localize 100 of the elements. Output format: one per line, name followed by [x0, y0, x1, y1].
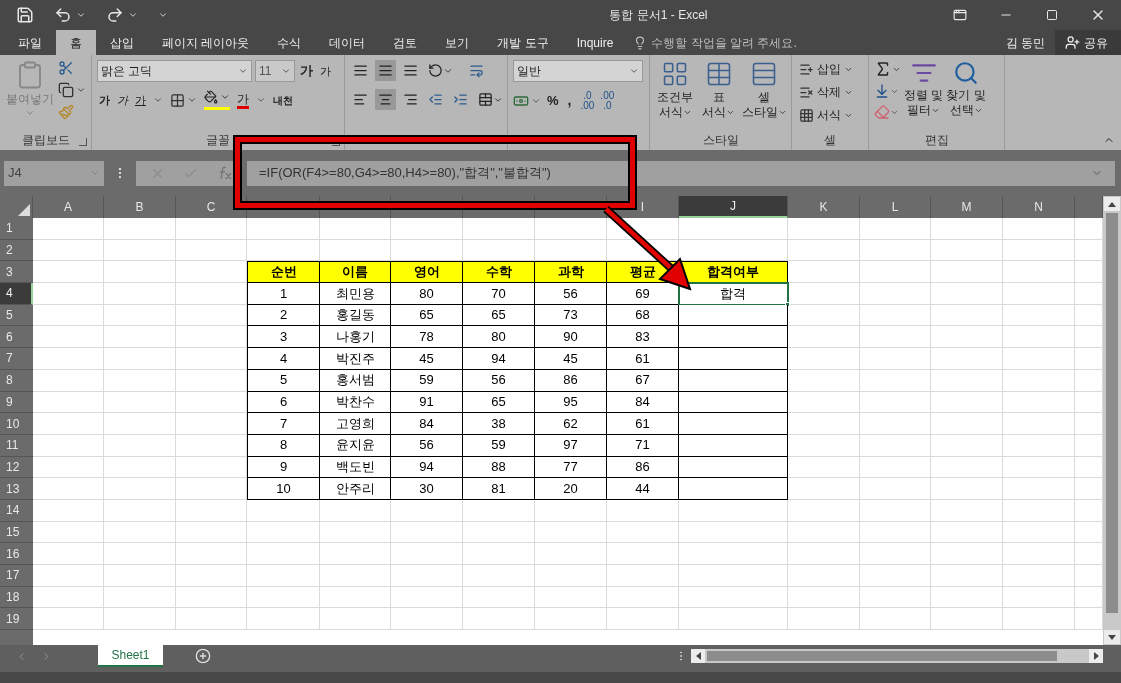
ribbon-tab[interactable]: 개발 도구 — [483, 30, 563, 55]
grid-cell[interactable] — [679, 521, 788, 544]
vertical-scrollbar[interactable] — [1103, 196, 1121, 645]
grid-cell[interactable] — [176, 218, 247, 240]
scroll-right-button[interactable] — [1089, 649, 1103, 663]
grid-cell[interactable] — [33, 283, 104, 305]
grid-cell[interactable] — [247, 218, 320, 240]
grid-cell[interactable] — [104, 499, 176, 522]
grid-cell[interactable] — [1003, 391, 1075, 414]
row-header[interactable]: 2 — [0, 239, 33, 262]
grid-cell[interactable] — [931, 586, 1003, 609]
grid-cell[interactable] — [860, 608, 931, 631]
grid-cell[interactable] — [931, 239, 1003, 262]
grid-cell[interactable] — [1003, 456, 1075, 479]
row-header[interactable]: 12 — [0, 456, 33, 479]
grid-cell[interactable] — [176, 239, 247, 262]
grid-cell[interactable] — [33, 326, 104, 349]
cell-action-button[interactable]: 삽입 — [799, 60, 853, 78]
grid-cell[interactable] — [104, 326, 176, 349]
column-header[interactable]: J — [679, 196, 788, 218]
grid-cell[interactable] — [463, 239, 535, 262]
row-header[interactable]: 4 — [0, 283, 33, 305]
font-size-dropdown[interactable]: 11 — [255, 60, 295, 82]
grid-cell[interactable] — [104, 543, 176, 565]
grid-cell[interactable] — [104, 413, 176, 435]
grid-cell[interactable] — [607, 586, 679, 609]
grid-cell[interactable] — [679, 565, 788, 587]
grid-cell[interactable] — [607, 543, 679, 565]
grid-cell[interactable] — [788, 218, 860, 240]
active-cell[interactable]: 합격 — [679, 283, 788, 305]
grid-cell[interactable] — [931, 543, 1003, 565]
grid-cell[interactable] — [320, 521, 391, 544]
grid-cell[interactable] — [679, 586, 788, 609]
name-box[interactable]: J4 — [4, 160, 104, 186]
grid-cell[interactable] — [463, 521, 535, 544]
row-header[interactable]: 10 — [0, 413, 33, 435]
ribbon-tab[interactable]: 페이지 레이아웃 — [148, 30, 264, 55]
align-middle-button[interactable] — [375, 60, 396, 81]
grid-cell[interactable] — [931, 478, 1003, 500]
grid-cell[interactable] — [176, 261, 247, 284]
grid-cell[interactable] — [320, 218, 391, 240]
grid-cell[interactable] — [33, 499, 104, 522]
grid-cell[interactable] — [33, 434, 104, 457]
grid-cell[interactable] — [104, 239, 176, 262]
grid-cell[interactable] — [607, 521, 679, 544]
grid-cell[interactable] — [33, 239, 104, 262]
undo-button[interactable] — [54, 6, 86, 24]
grid-cell[interactable] — [860, 499, 931, 522]
sheet-tab[interactable]: Sheet1 — [98, 645, 163, 667]
grid-cell[interactable] — [463, 608, 535, 631]
tell-me-field[interactable]: 수행할 작업을 알려 주세요. — [651, 33, 852, 52]
grid-cell[interactable] — [176, 565, 247, 587]
grid-cell[interactable] — [1075, 283, 1103, 305]
grid-cell[interactable] — [535, 499, 607, 522]
grid-cell[interactable] — [104, 521, 176, 544]
grid-cell[interactable] — [860, 521, 931, 544]
grid-cell[interactable] — [788, 499, 860, 522]
ribbon-tab[interactable]: Inquire — [562, 30, 628, 55]
underline-button[interactable]: 가 — [135, 91, 146, 109]
find-select-button[interactable]: 찾기 및 선택 — [946, 60, 986, 118]
grid-cell[interactable] — [860, 434, 931, 457]
grid-cell[interactable] — [104, 391, 176, 414]
grid-cell[interactable] — [860, 369, 931, 392]
ribbon-tab[interactable]: 보기 — [431, 30, 484, 55]
grid-cell[interactable] — [104, 565, 176, 587]
grid-cell[interactable] — [33, 543, 104, 565]
bold-button[interactable]: 가 — [99, 91, 110, 109]
grid-cell[interactable] — [607, 565, 679, 587]
grid-cell[interactable] — [33, 586, 104, 609]
grid-cell[interactable] — [104, 434, 176, 457]
grid-cell[interactable] — [33, 369, 104, 392]
grid-cell[interactable] — [535, 218, 607, 240]
grid-cell[interactable] — [33, 348, 104, 370]
sort-filter-button[interactable]: 정렬 및 필터 — [904, 60, 944, 118]
grid-cell[interactable] — [1003, 565, 1075, 587]
grid-cell[interactable] — [607, 608, 679, 631]
grid-cell[interactable] — [931, 283, 1003, 305]
italic-button[interactable]: 가 — [117, 91, 128, 109]
grid-cell[interactable] — [535, 608, 607, 631]
grid-cell[interactable] — [535, 565, 607, 587]
grid-cell[interactable] — [679, 608, 788, 631]
scroll-down-button[interactable] — [1104, 630, 1120, 644]
grid-cell[interactable] — [247, 586, 320, 609]
grid-cell[interactable] — [931, 391, 1003, 414]
phonetic-guide-button[interactable]: 내천 — [273, 92, 293, 108]
grid-cell[interactable] — [33, 565, 104, 587]
grid-cell[interactable] — [104, 369, 176, 392]
grid-cell[interactable] — [788, 434, 860, 457]
style-button[interactable]: 셀 스타일 — [742, 60, 786, 120]
cell-action-button[interactable]: 서식 — [799, 106, 853, 124]
grid-cell[interactable] — [176, 456, 247, 479]
grid-cell[interactable] — [176, 348, 247, 370]
grid-cell[interactable] — [176, 326, 247, 349]
share-button[interactable]: 공유 — [1055, 30, 1121, 55]
grid-cell[interactable] — [860, 304, 931, 327]
grid-cell[interactable] — [1003, 586, 1075, 609]
grid-cell[interactable] — [104, 478, 176, 500]
grid-cell[interactable] — [391, 543, 463, 565]
grid-cell[interactable] — [1075, 261, 1103, 284]
row-header[interactable]: 13 — [0, 478, 33, 500]
